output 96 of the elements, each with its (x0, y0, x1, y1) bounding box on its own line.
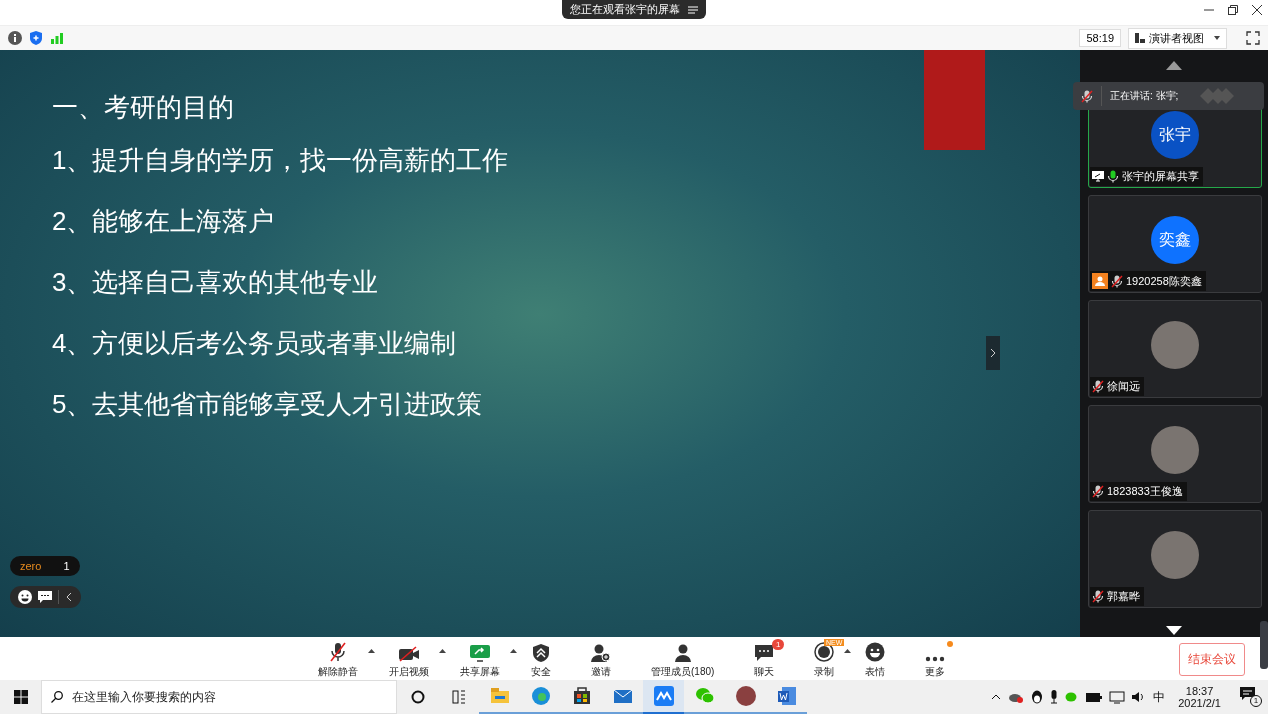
shield-icon[interactable] (29, 31, 43, 45)
taskbar-clock[interactable]: 18:37 2021/2/1 (1178, 685, 1221, 709)
caret-icon[interactable] (510, 648, 517, 653)
collapse-handle[interactable] (986, 336, 1000, 370)
slide-bullet: 1、提升自身的学历，找一份高薪的工作 (52, 144, 509, 177)
circle-icon (410, 690, 425, 704)
participant-name: 张宇的屏幕共享 (1122, 169, 1199, 184)
slide-bullet: 5、去其他省市能够享受人才引进政策 (52, 388, 483, 421)
meeting-timer: 58:19 (1079, 29, 1121, 47)
photo-placeholder (1151, 321, 1199, 369)
cloud-icon[interactable] (1008, 691, 1025, 703)
layout-icon (1135, 33, 1145, 43)
more-icon (925, 655, 946, 662)
toolbar-button[interactable]: 管理成员(180) (641, 638, 725, 679)
browser-icon (529, 685, 552, 707)
search-icon (51, 691, 63, 703)
user-count: 1 (63, 560, 70, 572)
avatar-initials: 奕鑫 (1151, 216, 1199, 264)
slide-bullet: 2、能够在上海落户 (52, 205, 275, 238)
chat-bubble-icon (754, 643, 775, 662)
toolbar-button[interactable]: 邀请 (581, 638, 621, 679)
unread-badge: 1 (771, 638, 785, 650)
message-icon (1240, 687, 1256, 702)
mic-icon (1107, 170, 1119, 183)
person-icon (673, 643, 692, 662)
caret-icon[interactable] (439, 648, 446, 653)
battery-icon[interactable] (1086, 692, 1103, 702)
muted-mic-icon (1092, 590, 1104, 603)
smiley-icon (865, 641, 886, 662)
ime-indicator[interactable]: 中 (1153, 688, 1166, 706)
share-screen-icon (469, 643, 491, 662)
toolbar-button[interactable]: 更多 (915, 638, 956, 679)
caret-icon (1214, 36, 1220, 40)
toolbar-button[interactable]: 聊天 1 (744, 638, 785, 679)
slide-bullet: 3、选择自己喜欢的其他专业 (52, 266, 379, 299)
restore-icon[interactable] (1228, 5, 1238, 15)
slide-heading: 一、考研的目的 (52, 91, 234, 124)
toolbar-button[interactable]: 解除静音 (308, 638, 368, 679)
toolbar-button[interactable]: 开启视频 (379, 638, 439, 679)
screen-share-icon (1092, 171, 1104, 182)
end-meeting-button[interactable]: 结束会议 (1179, 643, 1245, 676)
photo-placeholder (1151, 531, 1199, 579)
muted-mic-icon (1111, 274, 1123, 288)
person-icon (1092, 273, 1108, 289)
app-icon (734, 685, 757, 707)
info-icon[interactable] (8, 31, 22, 45)
participant-tile[interactable]: 郭嘉晔 (1088, 510, 1262, 608)
smiley-icon[interactable] (18, 590, 32, 604)
avatar-initials: 张宇 (1151, 111, 1199, 159)
speaking-text: 正在讲话: 张宇; (1110, 89, 1179, 103)
meeting-app-icon (652, 685, 675, 707)
toolbar-button[interactable]: 共享屏幕 (450, 638, 510, 679)
scroll-down-icon[interactable] (1166, 626, 1182, 635)
taskbar-app-button[interactable] (643, 680, 684, 714)
shield-icon (533, 643, 549, 662)
muted-mic-icon (1092, 485, 1104, 498)
close-icon[interactable] (1252, 5, 1262, 15)
toolbar-button[interactable]: 表情 (855, 638, 896, 679)
photo-placeholder (1151, 426, 1199, 474)
network-icon[interactable] (1109, 690, 1126, 704)
chevron-left-icon[interactable] (65, 592, 73, 602)
chat-app-icon (693, 685, 716, 707)
viewing-text: 您正在观看张宇的屏幕 (570, 2, 680, 17)
task-view-icon (451, 690, 466, 704)
taskbar-search-field[interactable]: 在这里输入你要搜索的内容 (41, 680, 397, 714)
audio-level-meter (1260, 621, 1268, 669)
slide-bullet: 4、方便以后考公务员或者事业编制 (52, 327, 457, 360)
caret-icon[interactable] (844, 648, 852, 653)
notification-button[interactable]: 1 (1240, 687, 1262, 707)
muted-mic-icon (1081, 89, 1093, 103)
word-processor-icon (775, 685, 798, 707)
participant-name: 1920258陈奕鑫 (1126, 273, 1202, 289)
windows-logo-icon (13, 690, 28, 704)
microphone-icon[interactable] (1050, 690, 1059, 704)
menu-icon[interactable] (688, 5, 698, 14)
chevron-up-icon[interactable] (991, 694, 1002, 700)
participant-tile[interactable]: 奕鑫 1920258陈奕鑫 (1088, 195, 1262, 293)
logo-mark-icon (1200, 87, 1235, 105)
view-mode-dropdown[interactable]: 演讲者视图 (1128, 27, 1227, 49)
video-off-icon (398, 645, 420, 662)
add-person-icon (591, 643, 611, 662)
fullscreen-icon[interactable] (1246, 31, 1260, 45)
participant-name: 徐闻远 (1107, 379, 1140, 394)
participant-name: 郭嘉晔 (1107, 589, 1140, 604)
participant-name: 1823833王俊逸 (1107, 484, 1183, 499)
toolbar-button[interactable]: 安全 (521, 638, 561, 679)
user-label: zero (20, 560, 42, 572)
participant-tile[interactable]: 徐闻远 (1088, 300, 1262, 398)
scroll-up-icon[interactable] (1166, 60, 1182, 70)
muted-mic-icon (1092, 380, 1104, 393)
muted-mic-icon (329, 641, 347, 662)
chevron-right-icon (990, 348, 996, 358)
penguin-icon[interactable] (1031, 690, 1044, 704)
participant-tile[interactable]: 1823833王俊逸 (1088, 405, 1262, 503)
chat-bubble-icon[interactable] (38, 591, 52, 603)
caret-icon[interactable] (368, 648, 375, 653)
